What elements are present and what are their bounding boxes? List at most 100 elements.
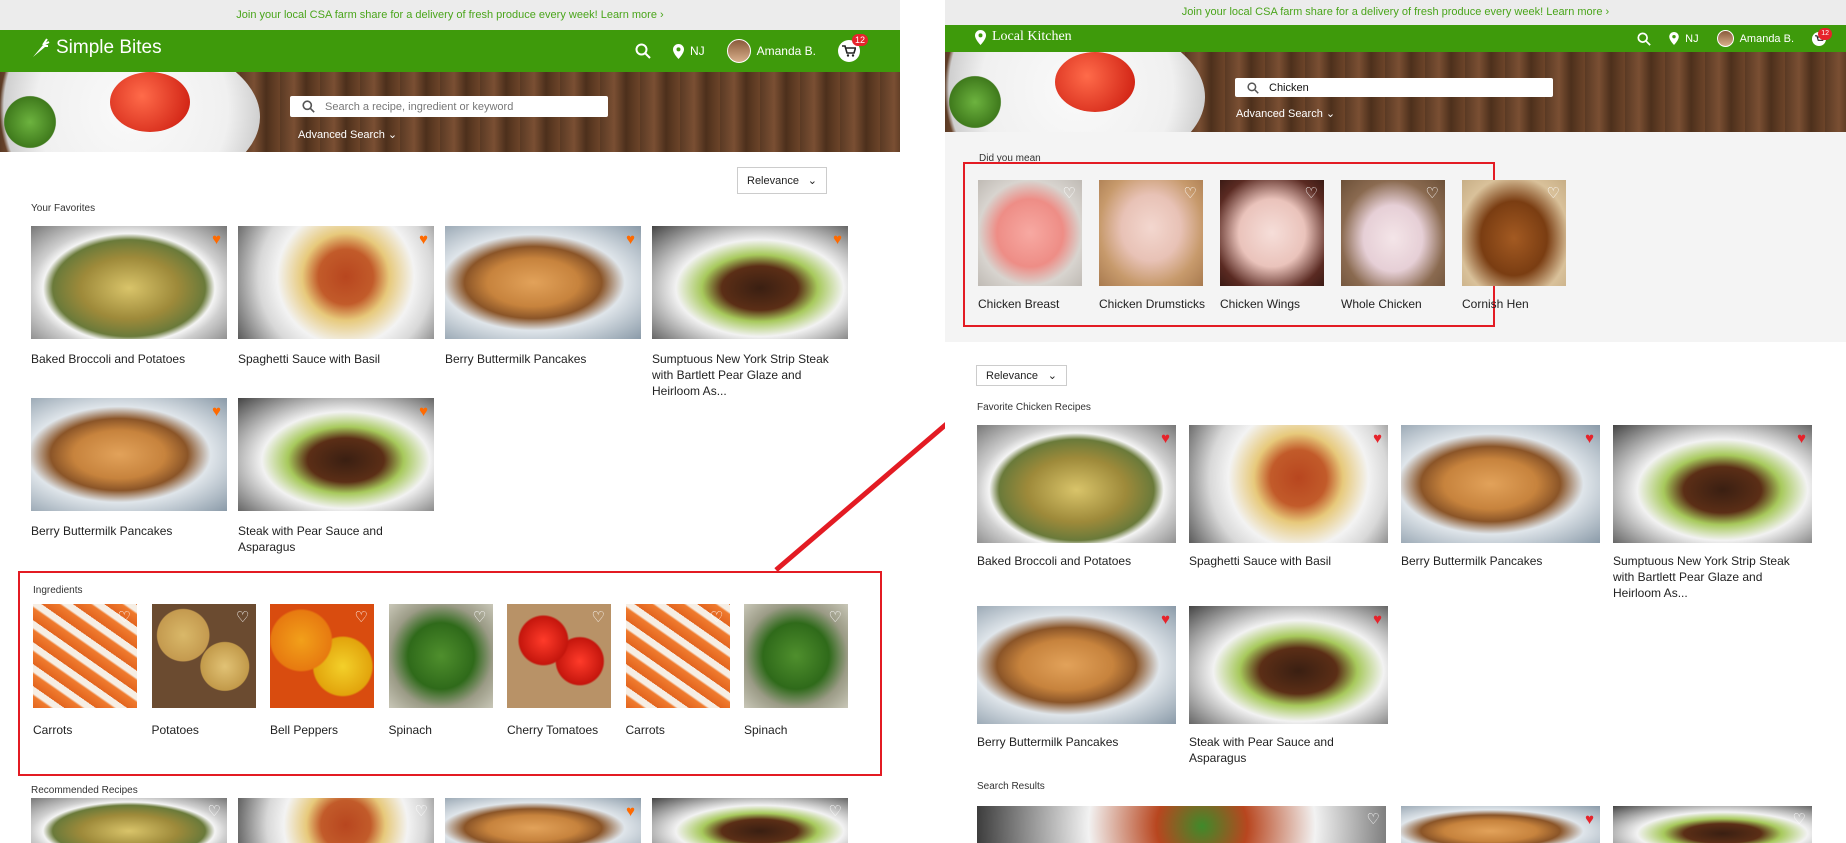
avatar <box>726 39 751 63</box>
favorite-heart-icon[interactable]: ♥ <box>419 404 428 419</box>
card-label: Carrots <box>625 723 665 737</box>
card-label: Chicken Wings <box>1220 297 1301 311</box>
favorite-heart-icon[interactable]: ♡ <box>592 610 605 625</box>
card-label: Spinach <box>388 723 432 737</box>
favorite-heart-icon[interactable]: ♡ <box>829 804 842 819</box>
search-input[interactable]: Chicken <box>1235 78 1553 97</box>
search-input[interactable]: Search a recipe, ingredient or keyword <box>290 96 608 117</box>
card-image <box>445 226 641 339</box>
brand-name: Local Kitchen <box>992 29 1072 44</box>
right-screen: Join your local CSA farm share for a del… <box>945 0 1846 843</box>
hero-banner: Chicken Advanced Search ⌄ <box>945 52 1846 132</box>
card-image <box>1613 425 1812 543</box>
brand-name: Simple Bites <box>56 37 162 58</box>
favorite-heart-icon[interactable]: ♡ <box>1184 186 1197 201</box>
hero-greens-image <box>0 92 60 152</box>
favorite-heart-icon[interactable]: ♥ <box>419 232 428 247</box>
card-image <box>1189 425 1388 543</box>
card-label: Cornish Hen <box>1462 297 1529 311</box>
card-label: Chicken Drumsticks <box>1099 297 1206 311</box>
promo-learn-more-link[interactable]: Learn more › <box>1546 6 1609 18</box>
top-navbar: Local Kitchen NJ Amanda B. 12 <box>945 25 1846 52</box>
favorite-heart-icon[interactable]: ♥ <box>1161 612 1170 627</box>
hero-tomato-image <box>110 72 190 132</box>
sort-selected-value: Relevance <box>986 369 1038 382</box>
card-label: Whole Chicken <box>1341 297 1422 311</box>
favorite-heart-icon[interactable]: ♡ <box>710 610 723 625</box>
card-image <box>445 798 641 843</box>
user-menu[interactable]: Amanda B. <box>1716 30 1794 47</box>
favorite-heart-icon[interactable]: ♥ <box>1373 612 1382 627</box>
favorite-heart-icon[interactable]: ♡ <box>1305 186 1318 201</box>
card-image <box>652 798 848 843</box>
user-name: Amanda B. <box>756 44 816 58</box>
location-pin-icon <box>1669 32 1679 45</box>
card-image <box>31 398 227 511</box>
chevron-down-icon: ⌄ <box>387 129 398 141</box>
sort-dropdown[interactable]: Relevance ⌄ <box>737 167 827 194</box>
favorite-heart-icon[interactable]: ♥ <box>1161 431 1170 446</box>
cart-count-badge: 12 <box>1818 27 1832 40</box>
advanced-search-toggle[interactable]: Advanced Search ⌄ <box>1236 107 1335 120</box>
favorite-heart-icon[interactable]: ♡ <box>1367 812 1380 827</box>
favorite-heart-icon[interactable]: ♡ <box>208 804 221 819</box>
favorite-heart-icon[interactable]: ♥ <box>1797 431 1806 446</box>
location-pin-icon <box>975 29 986 45</box>
favorite-heart-icon[interactable]: ♡ <box>1063 186 1076 201</box>
card-label: Berry Buttermilk Pancakes <box>31 524 173 538</box>
favorite-heart-icon[interactable]: ♥ <box>626 804 635 819</box>
cart-icon <box>842 45 856 57</box>
location-label: NJ <box>689 44 705 58</box>
chevron-down-icon: ⌄ <box>807 175 817 187</box>
advanced-search-toggle[interactable]: Advanced Search ⌄ <box>298 128 397 141</box>
favorites-section-title: Favorite Chicken Recipes <box>977 402 1091 413</box>
favorite-heart-icon[interactable]: ♡ <box>355 610 368 625</box>
search-results-title: Search Results <box>977 781 1045 792</box>
favorites-section-title: Your Favorites <box>31 203 96 214</box>
card-image <box>1189 606 1388 724</box>
nav-actions: NJ Amanda B. 12 <box>635 30 868 72</box>
carrot-icon <box>33 38 50 57</box>
card-label: Cherry Tomatoes <box>507 723 599 737</box>
promo-learn-more-link[interactable]: Learn more › <box>601 9 664 21</box>
card-label: Chicken Breast <box>978 297 1060 311</box>
favorite-heart-icon[interactable]: ♥ <box>833 232 842 247</box>
location-selector[interactable]: NJ <box>1669 32 1699 45</box>
favorite-heart-icon[interactable]: ♡ <box>415 804 428 819</box>
favorite-heart-icon[interactable]: ♡ <box>236 610 249 625</box>
favorite-heart-icon[interactable]: ♡ <box>118 610 131 625</box>
cart-button[interactable]: 12 <box>1812 27 1832 46</box>
brand-logo[interactable]: Local Kitchen <box>975 29 1072 45</box>
chevron-down-icon: ⌄ <box>1325 108 1336 120</box>
search-icon[interactable] <box>635 43 651 59</box>
user-menu[interactable]: Amanda B. <box>726 39 816 63</box>
brand-logo[interactable]: Simple Bites <box>30 37 162 59</box>
card-image <box>238 226 434 339</box>
favorite-heart-icon[interactable]: ♡ <box>1793 812 1806 827</box>
favorite-heart-icon[interactable]: ♥ <box>212 232 221 247</box>
search-value: Chicken <box>1269 81 1309 94</box>
favorite-heart-icon[interactable]: ♥ <box>1585 812 1594 827</box>
favorite-heart-icon[interactable]: ♥ <box>626 232 635 247</box>
card-label: Sumptuous New York Strip Steak with Bart… <box>1613 554 1790 600</box>
favorite-heart-icon[interactable]: ♥ <box>1585 431 1594 446</box>
favorite-heart-icon[interactable]: ♥ <box>212 404 221 419</box>
promo-text: Join your local CSA farm share for a del… <box>236 9 598 21</box>
cart-button[interactable]: 12 <box>838 34 868 62</box>
favorite-heart-icon[interactable]: ♡ <box>1547 186 1560 201</box>
recommended-section-title: Recommended Recipes <box>31 785 138 796</box>
card-label: Steak with Pear Sauce and Asparagus <box>1189 735 1334 765</box>
favorite-heart-icon[interactable]: ♡ <box>473 610 486 625</box>
favorite-heart-icon[interactable]: ♡ <box>829 610 842 625</box>
card-image <box>1401 806 1600 843</box>
hero-tomato-image <box>1055 52 1135 112</box>
advanced-search-label: Advanced Search <box>298 129 385 141</box>
card-image <box>238 398 434 511</box>
search-icon[interactable] <box>1637 31 1651 46</box>
sort-selected-value: Relevance <box>747 174 799 187</box>
favorite-heart-icon[interactable]: ♡ <box>1426 186 1439 201</box>
search-placeholder: Search a recipe, ingredient or keyword <box>325 100 514 113</box>
location-selector[interactable]: NJ <box>672 43 705 59</box>
favorite-heart-icon[interactable]: ♥ <box>1373 431 1382 446</box>
sort-dropdown[interactable]: Relevance ⌄ <box>976 365 1067 386</box>
